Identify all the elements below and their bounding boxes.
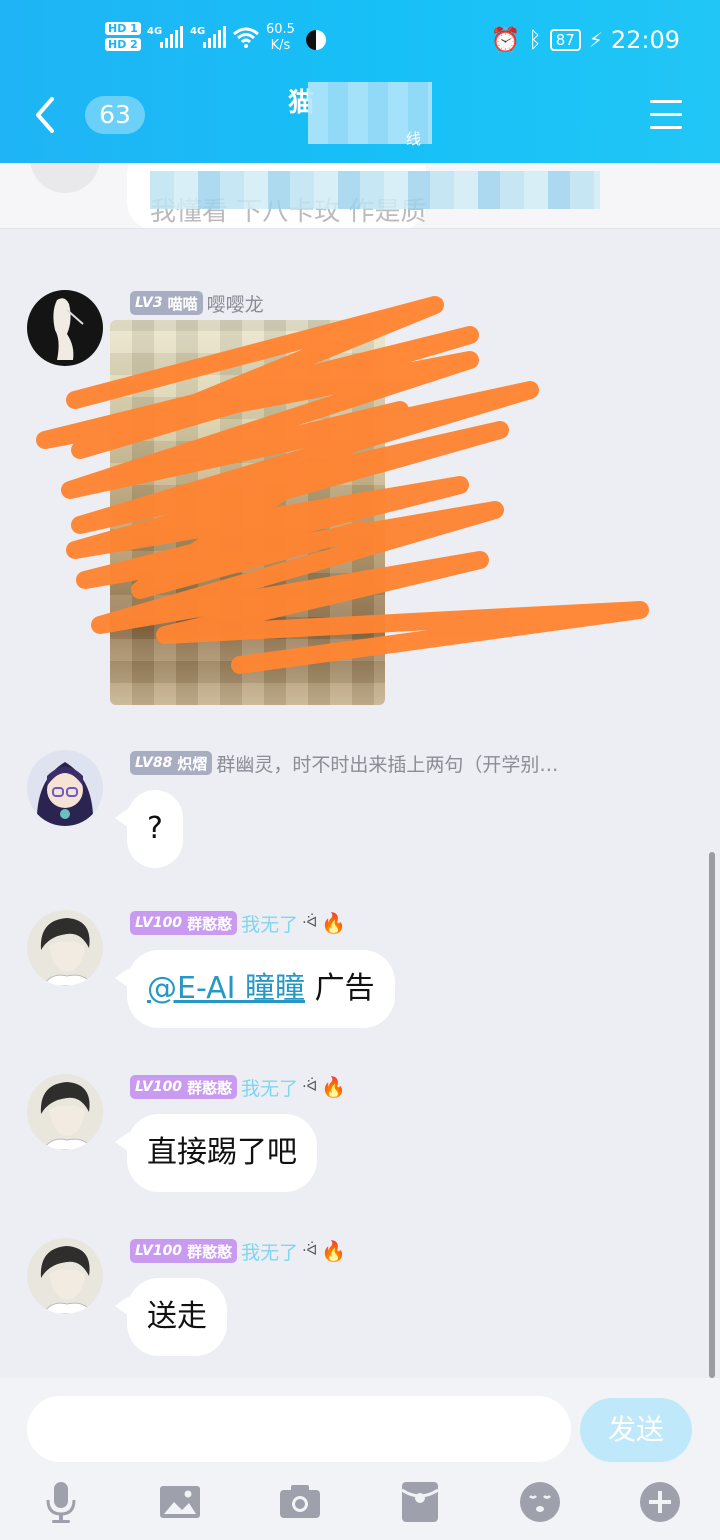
unread-count-badge[interactable]: 63	[85, 96, 145, 134]
group-title: 我无了	[241, 1077, 299, 1100]
chevron-left-icon	[36, 97, 54, 133]
orange-scribble-overlay	[36, 296, 649, 674]
send-button[interactable]: 发送	[580, 1398, 692, 1462]
scrollbar[interactable]	[709, 852, 715, 1378]
group-title: 群幽灵，时不时出来插上两句（开学别…	[216, 753, 559, 776]
message-bubble[interactable]: ?	[115, 790, 183, 868]
message-bubble[interactable]: 直接踢了吧	[115, 1114, 317, 1192]
signal1-icon	[160, 26, 183, 48]
bluetooth-icon: ᛒ	[528, 27, 542, 53]
mention-link[interactable]: @E-AI 瞳瞳	[147, 971, 305, 1006]
message-item: LV3 喵喵 嘤嘤龙	[0, 290, 720, 720]
message-text: 广告	[305, 971, 375, 1006]
back-button[interactable]	[30, 95, 60, 135]
level-text: LV100	[135, 1079, 183, 1095]
clock: 22:09	[610, 26, 680, 54]
plus-icon[interactable]	[638, 1480, 682, 1524]
group-title: 我无了	[241, 1241, 299, 1264]
pinned-message[interactable]: 我懂看 下八卡玫 作是质	[0, 163, 720, 229]
sender-name[interactable]: 群憨憨	[187, 1241, 232, 1262]
speed-unit: K/s	[270, 38, 291, 53]
level-text: LV100	[135, 1243, 183, 1259]
avatar[interactable]	[27, 910, 103, 986]
net-speed: 60.5 K/s	[266, 22, 295, 54]
penguin-icon: ·ᐛ	[302, 1243, 318, 1259]
message-bubble[interactable]: 送走	[115, 1278, 227, 1356]
group-title: 我无了	[241, 913, 299, 936]
avatar[interactable]	[27, 1238, 103, 1314]
level-badge: LV88 炽熠	[130, 751, 213, 775]
chat-title[interactable]: 猫 线	[288, 82, 432, 150]
message-input[interactable]	[27, 1396, 571, 1462]
status-bar: HD 1 HD 2 4G 4G 60.5 K/s ⏰ ᛒ 87 ⚡ 22:09	[0, 18, 720, 64]
message-item: LV100 群憨憨 我无了 ·ᐛ 🔥 @E-AI 瞳瞳 广告	[0, 910, 720, 1034]
image-picker-icon[interactable]	[158, 1480, 202, 1524]
pinned-blur-overlay	[150, 171, 600, 209]
message-item: LV100 群憨憨 我无了 ·ᐛ 🔥 直接踢了吧	[0, 1074, 720, 1198]
sender-meta: LV88 炽熠 群幽灵，时不时出来插上两句（开学别…	[130, 750, 558, 776]
battery-level: 87	[549, 29, 581, 51]
level-text: LV100	[135, 915, 183, 931]
charging-icon: ⚡	[588, 28, 603, 52]
avatar-image	[27, 1238, 103, 1314]
fire-icon: 🔥	[321, 1239, 347, 1263]
sender-name[interactable]: 炽熠	[177, 753, 207, 774]
microphone-icon[interactable]	[39, 1480, 83, 1524]
chat-subtitle: 线	[406, 130, 422, 148]
sender-meta: LV100 群憨憨 我无了 ·ᐛ 🔥	[130, 1074, 346, 1100]
chat-header: HD 1 HD 2 4G 4G 60.5 K/s ⏰ ᛒ 87 ⚡ 22:09	[0, 0, 720, 163]
fire-icon: 🔥	[321, 1075, 347, 1099]
red-packet-icon[interactable]	[398, 1480, 442, 1524]
message-bubble[interactable]: @E-AI 瞳瞳 广告	[115, 950, 395, 1028]
sender-name[interactable]: 群憨憨	[187, 1077, 232, 1098]
sender-meta: LV100 群憨憨 我无了 ·ᐛ 🔥	[130, 1238, 346, 1264]
message-item: LV88 炽熠 群幽灵，时不时出来插上两句（开学别… ?	[0, 750, 720, 870]
sender-name[interactable]: 群憨憨	[187, 913, 232, 934]
speed-value: 60.5	[266, 22, 295, 37]
menu-button[interactable]	[650, 100, 682, 130]
message-item: LV100 群憨憨 我无了 ·ᐛ 🔥 送走	[0, 1238, 720, 1362]
hd-badges: HD 1 HD 2	[105, 22, 141, 54]
level-text: LV88	[135, 755, 173, 771]
avatar-image	[27, 1074, 103, 1150]
avatar-image	[27, 910, 103, 986]
sender-meta: LV100 群憨憨 我无了 ·ᐛ 🔥	[130, 910, 346, 936]
hd2-badge: HD 2	[105, 38, 141, 51]
pinned-avatar	[30, 163, 100, 193]
signal2-icon	[203, 26, 226, 48]
fire-icon: 🔥	[321, 911, 347, 935]
avatar-image	[27, 750, 103, 826]
avatar[interactable]	[27, 750, 103, 826]
input-bar: 发送	[0, 1378, 720, 1540]
camera-icon[interactable]	[278, 1480, 322, 1524]
level-badge: LV100 群憨憨	[130, 1075, 238, 1099]
hd1-badge: HD 1	[105, 22, 141, 35]
emoji-icon[interactable]	[518, 1480, 562, 1524]
yin-yang-icon	[306, 30, 326, 50]
alarm-icon: ⏰	[490, 26, 521, 54]
status-right: ⏰ ᛒ 87 ⚡ 22:09	[491, 26, 680, 54]
avatar[interactable]	[27, 1074, 103, 1150]
wifi-icon	[233, 27, 259, 48]
penguin-icon: ·ᐛ	[302, 915, 318, 931]
level-badge: LV100 群憨憨	[130, 1239, 238, 1263]
penguin-icon: ·ᐛ	[302, 1079, 318, 1095]
level-badge: LV100 群憨憨	[130, 911, 238, 935]
